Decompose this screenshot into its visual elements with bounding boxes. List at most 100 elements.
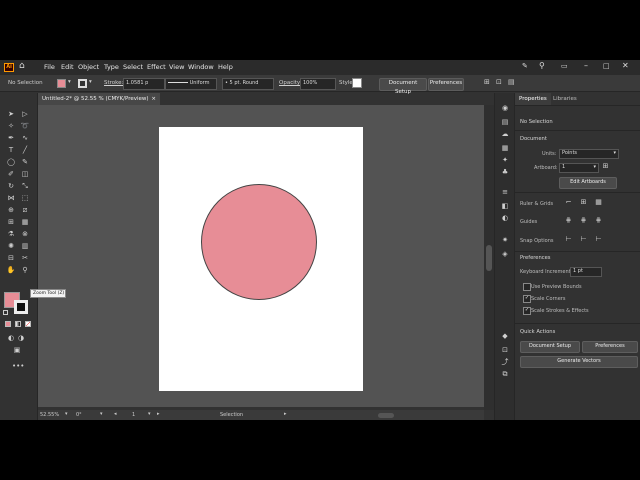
- edit-artboards-button[interactable]: Edit Artboards: [559, 177, 617, 189]
- perspective-grid-tool-icon[interactable]: ⧄: [20, 205, 30, 215]
- scale-strokes-checkbox[interactable]: ✓: [523, 307, 531, 315]
- free-transform-tool-icon[interactable]: ⬚: [20, 193, 30, 203]
- transparency-grid-icon[interactable]: ▦: [594, 198, 603, 207]
- stroke-profile-select[interactable]: Uniform: [165, 78, 217, 90]
- pink-circle[interactable]: [201, 184, 317, 300]
- none-mode-swatch[interactable]: [25, 321, 31, 327]
- menu-select[interactable]: Select: [123, 63, 143, 71]
- screen-mode-icon[interactable]: ▣: [12, 345, 22, 355]
- menu-edit[interactable]: Edit: [61, 63, 74, 71]
- color-mode-swatch[interactable]: [5, 321, 11, 327]
- workspace-icon[interactable]: ▭: [561, 62, 568, 70]
- properties-panel-icon[interactable]: ◉: [499, 103, 511, 113]
- fill-swatch[interactable]: [57, 79, 66, 88]
- symbols-panel-icon[interactable]: ♣: [499, 167, 511, 177]
- line-tool-icon[interactable]: ╱: [20, 145, 30, 155]
- stroke-weight-field[interactable]: 1.0581 p: [123, 78, 165, 90]
- more-tools-icon[interactable]: •••: [12, 361, 24, 371]
- preferences-quick-button[interactable]: Preferences: [582, 341, 638, 353]
- search-icon[interactable]: ⚲: [539, 61, 545, 70]
- lock-guides-icon[interactable]: ⋕: [579, 216, 588, 225]
- document-setup-quick-button[interactable]: Document Setup: [520, 341, 580, 353]
- smart-guides-icon[interactable]: ⋕: [594, 216, 603, 225]
- paintbrush-tool-icon[interactable]: ✎: [20, 157, 30, 167]
- cc-libraries-icon[interactable]: ☁: [499, 129, 511, 139]
- gradient-panel-icon[interactable]: ◧: [499, 201, 511, 211]
- snap-to-pixel-icon[interactable]: ⊢: [579, 235, 588, 244]
- share-icon[interactable]: ✎: [522, 62, 528, 70]
- libraries-panel-icon[interactable]: ▤: [499, 117, 511, 127]
- stroke-swatch[interactable]: [78, 79, 87, 88]
- gradient-tool-icon[interactable]: ▦: [20, 217, 30, 227]
- arrange-icon[interactable]: ▤: [508, 78, 515, 86]
- grid-icon[interactable]: ⊞: [579, 198, 588, 207]
- chevron-down-icon[interactable]: ▾: [68, 79, 71, 85]
- brush-select[interactable]: • 5 pt. Round: [222, 78, 274, 90]
- menu-window[interactable]: Window: [188, 63, 214, 71]
- direct-selection-tool-icon[interactable]: ▷: [20, 109, 30, 119]
- close-window-icon[interactable]: ✕: [622, 61, 629, 70]
- eyedropper-tool-icon[interactable]: ⚗: [6, 229, 16, 239]
- asset-export-icon[interactable]: ⤴: [499, 357, 511, 367]
- layers-panel-icon[interactable]: ◆: [499, 331, 511, 341]
- draw-inside-icon[interactable]: ◑: [16, 333, 26, 343]
- menu-view[interactable]: View: [169, 63, 184, 71]
- show-guides-icon[interactable]: ⋕: [564, 216, 573, 225]
- home-icon[interactable]: ⌂: [19, 61, 25, 71]
- swatches-panel-icon[interactable]: ▦: [499, 143, 511, 153]
- status-menu-icon[interactable]: ▸: [284, 411, 287, 417]
- vertical-scrollbar-track[interactable]: [484, 105, 494, 410]
- stroke-panel-icon[interactable]: ≡: [499, 187, 511, 197]
- rulers-icon[interactable]: ⌐: [564, 198, 573, 207]
- brushes-panel-icon[interactable]: ✦: [499, 155, 511, 165]
- menu-effect[interactable]: Effect: [147, 63, 166, 71]
- artboard-select[interactable]: 1 ▾: [559, 163, 599, 173]
- scale-corners-checkbox[interactable]: ✓: [523, 295, 531, 303]
- align-icon[interactable]: ⊞: [484, 78, 490, 86]
- document-tab[interactable]: Untitled-2* @ 52.55 % (CMYK/Preview) ×: [38, 93, 160, 105]
- horizontal-scroll-thumb[interactable]: [378, 413, 394, 418]
- menu-file[interactable]: File: [44, 63, 55, 71]
- stroke-color-swatch[interactable]: [14, 300, 28, 314]
- chevron-down-icon[interactable]: ▾: [89, 79, 92, 85]
- magic-wand-tool-icon[interactable]: ✧: [6, 121, 16, 131]
- slice-tool-icon[interactable]: ✂: [20, 253, 30, 263]
- opacity-field[interactable]: 100%: [300, 78, 336, 90]
- appearance-panel-icon[interactable]: ✷: [499, 235, 511, 245]
- chevron-down-icon[interactable]: ▾: [65, 411, 68, 417]
- rotate-tool-icon[interactable]: ↻: [6, 181, 16, 191]
- blend-tool-icon[interactable]: ⊗: [20, 229, 30, 239]
- eraser-tool-icon[interactable]: ◫: [20, 169, 30, 179]
- menu-help[interactable]: Help: [218, 63, 233, 71]
- vertical-scroll-thumb[interactable]: [486, 245, 492, 271]
- menu-type[interactable]: Type: [104, 63, 119, 71]
- artboard-options-icon[interactable]: ⊞: [601, 162, 610, 171]
- generate-vectors-button[interactable]: Generate Vectors: [520, 356, 638, 368]
- use-preview-bounds-checkbox[interactable]: [523, 283, 531, 291]
- chevron-down-icon[interactable]: ▾: [148, 411, 151, 417]
- mesh-tool-icon[interactable]: ⊞: [6, 217, 16, 227]
- chevron-down-icon[interactable]: ▾: [100, 411, 103, 417]
- shape-builder-tool-icon[interactable]: ⊕: [6, 205, 16, 215]
- maximize-icon[interactable]: □: [603, 62, 610, 70]
- snap-to-glyph-icon[interactable]: ⊢: [594, 235, 603, 244]
- tab-libraries[interactable]: Libraries: [549, 93, 581, 105]
- minimize-icon[interactable]: –: [584, 61, 588, 70]
- graphic-style-swatch[interactable]: [352, 78, 362, 88]
- type-tool-icon[interactable]: T: [6, 145, 16, 155]
- column-graph-tool-icon[interactable]: ▥: [20, 241, 30, 251]
- gradient-mode-swatch[interactable]: [15, 321, 21, 327]
- artboard[interactable]: [159, 127, 363, 391]
- graphic-styles-icon[interactable]: ◈: [499, 249, 511, 259]
- symbol-sprayer-tool-icon[interactable]: ✺: [6, 241, 16, 251]
- curvature-tool-icon[interactable]: ∿: [20, 133, 30, 143]
- artboards-panel-icon[interactable]: ⊡: [499, 345, 511, 355]
- canvas-area[interactable]: [38, 105, 484, 407]
- snap-to-point-icon[interactable]: ⊢: [564, 235, 573, 244]
- preferences-button[interactable]: Preferences: [428, 78, 464, 91]
- rotation-field[interactable]: 0°: [76, 412, 82, 418]
- lasso-tool-icon[interactable]: ➰: [20, 121, 30, 131]
- keyboard-increment-field[interactable]: 1 pt: [570, 267, 602, 277]
- zoom-tool-icon[interactable]: ⚲: [20, 265, 30, 275]
- draw-mode-icon[interactable]: ◐: [6, 333, 16, 343]
